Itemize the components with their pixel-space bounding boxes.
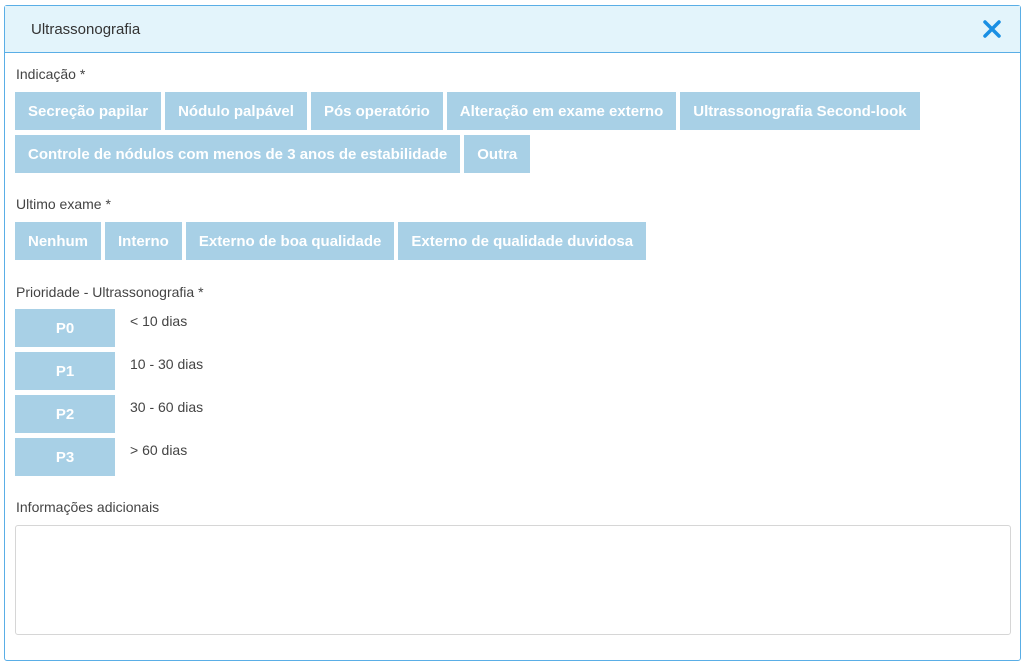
option-alteracao-exame-externo[interactable]: Alteração em exame externo xyxy=(446,92,677,130)
ultimo-exame-options: Nenhum Interno Externo de boa qualidade … xyxy=(15,222,647,260)
option-controle-nodulos[interactable]: Controle de nódulos com menos de 3 anos … xyxy=(15,135,461,173)
informacoes-label: Informações adicionais xyxy=(16,499,160,515)
priority-p3-button[interactable]: P3 xyxy=(15,438,115,476)
modal-header: Ultrassonografia xyxy=(5,6,1020,53)
option-ultrassonografia-second-look[interactable]: Ultrassonografia Second-look xyxy=(680,92,920,130)
priority-p2-button[interactable]: P2 xyxy=(15,395,115,433)
option-interno[interactable]: Interno xyxy=(105,222,182,260)
modal-title: Ultrassonografia xyxy=(31,21,141,38)
close-icon[interactable] xyxy=(980,17,1004,41)
prioridade-row-p3: P3 > 60 dias xyxy=(15,438,187,476)
prioridade-row-p0: P0 < 10 dias xyxy=(15,309,187,347)
priority-p1-button[interactable]: P1 xyxy=(15,352,115,390)
option-externo-boa-qualidade[interactable]: Externo de boa qualidade xyxy=(185,222,395,260)
prioridade-label: Prioridade - Ultrassonografia * xyxy=(16,284,204,300)
priority-p2-desc: 30 - 60 dias xyxy=(130,399,204,415)
option-pos-operatorio[interactable]: Pós operatório xyxy=(310,92,443,130)
indicacao-options-row1: Secreção papilar Nódulo palpável Pós ope… xyxy=(15,92,920,130)
option-outra[interactable]: Outra xyxy=(464,135,531,173)
ultrassonografia-modal: Ultrassonografia Indicação * Secreção pa… xyxy=(4,5,1021,661)
ultimo-exame-label: Ultimo exame * xyxy=(16,196,111,212)
option-nodulo-palpavel[interactable]: Nódulo palpável xyxy=(165,92,307,130)
indicacao-options-row2: Controle de nódulos com menos de 3 anos … xyxy=(15,135,531,173)
priority-p3-desc: > 60 dias xyxy=(130,442,188,458)
prioridade-row-p1: P1 10 - 30 dias xyxy=(15,352,203,390)
priority-p1-desc: 10 - 30 dias xyxy=(130,356,204,372)
option-secrecao-papilar[interactable]: Secreção papilar xyxy=(15,92,162,130)
priority-p0-button[interactable]: P0 xyxy=(15,309,115,347)
priority-p0-desc: < 10 dias xyxy=(130,313,188,329)
prioridade-row-p2: P2 30 - 60 dias xyxy=(15,395,203,433)
informacoes-textarea[interactable] xyxy=(15,525,1011,635)
option-nenhum[interactable]: Nenhum xyxy=(15,222,101,260)
indicacao-label: Indicação * xyxy=(16,66,86,82)
option-externo-qualidade-duvidosa[interactable]: Externo de qualidade duvidosa xyxy=(398,222,647,260)
